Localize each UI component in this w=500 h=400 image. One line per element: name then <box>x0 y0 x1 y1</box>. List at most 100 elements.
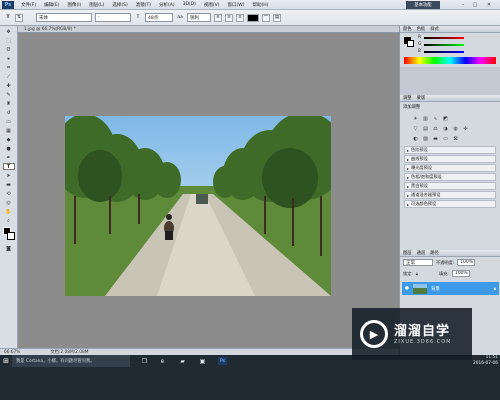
zoom-tool-icon[interactable]: ⌕ <box>3 217 15 224</box>
preset-item[interactable]: ▸ 通道混合器预设 <box>404 191 496 199</box>
menu-help[interactable]: 帮助(H) <box>248 2 272 8</box>
layer-row[interactable]: ● 背景 🔒︎ <box>402 282 499 295</box>
3d-rotate-tool-icon[interactable]: ⟲ <box>3 190 15 197</box>
preset-item[interactable]: ▸ 可选颜色预设 <box>404 200 496 208</box>
preset-item[interactable]: ▸ 色阶预设 <box>404 146 496 154</box>
tab-swatches[interactable]: 色板 <box>417 26 426 32</box>
menu-file[interactable]: 文件(F) <box>17 2 40 8</box>
eyedropper-tool-icon[interactable]: ⟋ <box>3 73 15 80</box>
lock-icon[interactable]: 🔒︎ <box>416 271 418 276</box>
preset-item[interactable]: ▸ 曝光度预设 <box>404 164 496 172</box>
store-icon[interactable]: ▣ <box>198 357 207 365</box>
menu-image[interactable]: 图像(I) <box>63 2 85 8</box>
menu-layer[interactable]: 图层(L) <box>85 2 108 8</box>
tab-adjustments[interactable]: 调整 <box>403 95 412 101</box>
tab-styles[interactable]: 样式 <box>430 26 439 32</box>
zoom-level[interactable]: 66.67% <box>0 350 20 355</box>
blur-tool-icon[interactable]: ◆ <box>3 136 15 143</box>
tab-masks[interactable]: 蒙版 <box>417 95 426 101</box>
task-view-icon[interactable]: ❐ <box>140 357 149 365</box>
photo-filter-icon[interactable]: ◍ <box>452 125 459 132</box>
eye-icon[interactable]: ● <box>405 286 409 291</box>
color-balance-icon[interactable]: ⚖ <box>432 125 439 132</box>
exposure-icon[interactable]: ◩ <box>442 115 449 122</box>
marquee-tool-icon[interactable]: ⬚ <box>3 37 15 44</box>
menu-analysis[interactable]: 分析(A) <box>155 2 179 8</box>
levels-icon[interactable]: ▥ <box>422 115 429 122</box>
document-tab[interactable]: 1.jpg @ 66.7%(RGB/8) * <box>18 26 399 33</box>
restore-button[interactable]: □ <box>470 1 480 9</box>
vibrance-icon[interactable]: ▽ <box>412 125 419 132</box>
text-tool-icon[interactable]: T <box>4 14 12 22</box>
lasso-tool-icon[interactable]: ʘ <box>3 46 15 53</box>
file-explorer-icon[interactable]: ▰ <box>178 357 187 365</box>
font-size-select[interactable]: 48点 <box>145 13 173 22</box>
color-background-swatch[interactable] <box>407 40 414 47</box>
quick-mask-icon[interactable]: ◙ <box>3 245 15 252</box>
hand-tool-icon[interactable]: ✋ <box>3 208 15 215</box>
fill-input[interactable]: 100% <box>451 270 470 277</box>
eraser-tool-icon[interactable]: ▭ <box>3 118 15 125</box>
tab-paths[interactable]: 路径 <box>430 250 439 256</box>
layer-name[interactable]: 背景 <box>431 286 440 292</box>
color-spectrum-bar[interactable] <box>404 57 496 64</box>
history-brush-tool-icon[interactable]: ↺ <box>3 109 15 116</box>
text-color-swatch[interactable] <box>247 13 259 22</box>
align-center-icon[interactable]: ≡ <box>225 13 233 22</box>
magic-wand-tool-icon[interactable]: ⚹ <box>3 55 15 62</box>
selective-color-icon[interactable]: ⊠ <box>452 135 459 142</box>
menu-edit[interactable]: 编辑(E) <box>40 2 63 8</box>
crop-tool-icon[interactable]: ⌗ <box>3 64 15 71</box>
menu-filter[interactable]: 滤镜(T) <box>132 2 155 8</box>
document-image[interactable] <box>65 116 331 296</box>
blue-slider[interactable] <box>424 51 464 53</box>
move-tool-icon[interactable]: ✥ <box>3 28 15 35</box>
pen-tool-icon[interactable]: ✒ <box>3 154 15 161</box>
font-style-select[interactable]: - <box>95 13 131 22</box>
invert-icon[interactable]: ◐ <box>412 135 419 142</box>
curves-icon[interactable]: ∿ <box>432 115 439 122</box>
cortana-search-box[interactable]: 我是 Cortana，小娜。有问题尽管问我。 <box>12 355 130 367</box>
hue-saturation-icon[interactable]: ▤ <box>422 125 429 132</box>
gradient-map-icon[interactable]: ▭ <box>442 135 449 142</box>
posterize-icon[interactable]: ▨ <box>422 135 429 142</box>
antialias-select[interactable]: 锐利 <box>187 13 211 22</box>
start-button[interactable]: ⊞ <box>0 355 12 367</box>
preset-item[interactable]: ▸ 色相/饱和度预设 <box>404 173 496 181</box>
character-panel-icon[interactable]: ▤ <box>273 13 281 22</box>
preset-item[interactable]: ▸ 曲线预设 <box>404 155 496 163</box>
threshold-icon[interactable]: ▬ <box>432 135 439 142</box>
preset-item[interactable]: ▸ 黑白预设 <box>404 182 496 190</box>
shape-tool-icon[interactable]: ▬ <box>3 181 15 188</box>
close-button[interactable]: ✕ <box>484 1 494 9</box>
gradient-tool-icon[interactable]: ▦ <box>3 127 15 134</box>
tab-channels[interactable]: 通道 <box>417 250 426 256</box>
channel-mixer-icon[interactable]: ✣ <box>462 125 469 132</box>
align-right-icon[interactable]: ≡ <box>236 13 244 22</box>
tab-color[interactable]: 颜色 <box>403 26 412 32</box>
clone-stamp-tool-icon[interactable]: ♜ <box>3 100 15 107</box>
menu-3d[interactable]: 3D(D) <box>179 2 200 7</box>
menu-window[interactable]: 窗口(W) <box>223 2 248 8</box>
font-family-select[interactable]: 宋体 <box>36 13 92 22</box>
path-selection-tool-icon[interactable]: ➤ <box>3 172 15 179</box>
warp-text-icon[interactable]: ⌒ <box>262 13 270 22</box>
red-slider[interactable] <box>424 37 464 39</box>
photoshop-taskbar-icon[interactable]: Ps <box>218 357 227 365</box>
black-white-icon[interactable]: ◑ <box>442 125 449 132</box>
text-orientation-icon[interactable]: ⇅ <box>15 13 23 22</box>
3d-orbit-tool-icon[interactable]: ◎ <box>3 199 15 206</box>
color-swatches[interactable] <box>0 227 17 243</box>
edge-browser-icon[interactable]: e <box>158 357 167 365</box>
opacity-input[interactable]: 100% <box>457 259 476 266</box>
brightness-icon[interactable]: ☀ <box>412 115 419 122</box>
background-color-swatch[interactable] <box>7 232 15 240</box>
blend-mode-select[interactable]: 正常 <box>403 259 433 266</box>
minimize-button[interactable]: – <box>458 1 468 9</box>
healing-brush-tool-icon[interactable]: ✚ <box>3 82 15 89</box>
dodge-tool-icon[interactable]: ● <box>3 145 15 152</box>
green-slider[interactable] <box>424 44 464 46</box>
menu-select[interactable]: 选择(S) <box>108 2 131 8</box>
tab-layers[interactable]: 图层 <box>403 250 412 256</box>
align-left-icon[interactable]: ≡ <box>214 13 222 22</box>
